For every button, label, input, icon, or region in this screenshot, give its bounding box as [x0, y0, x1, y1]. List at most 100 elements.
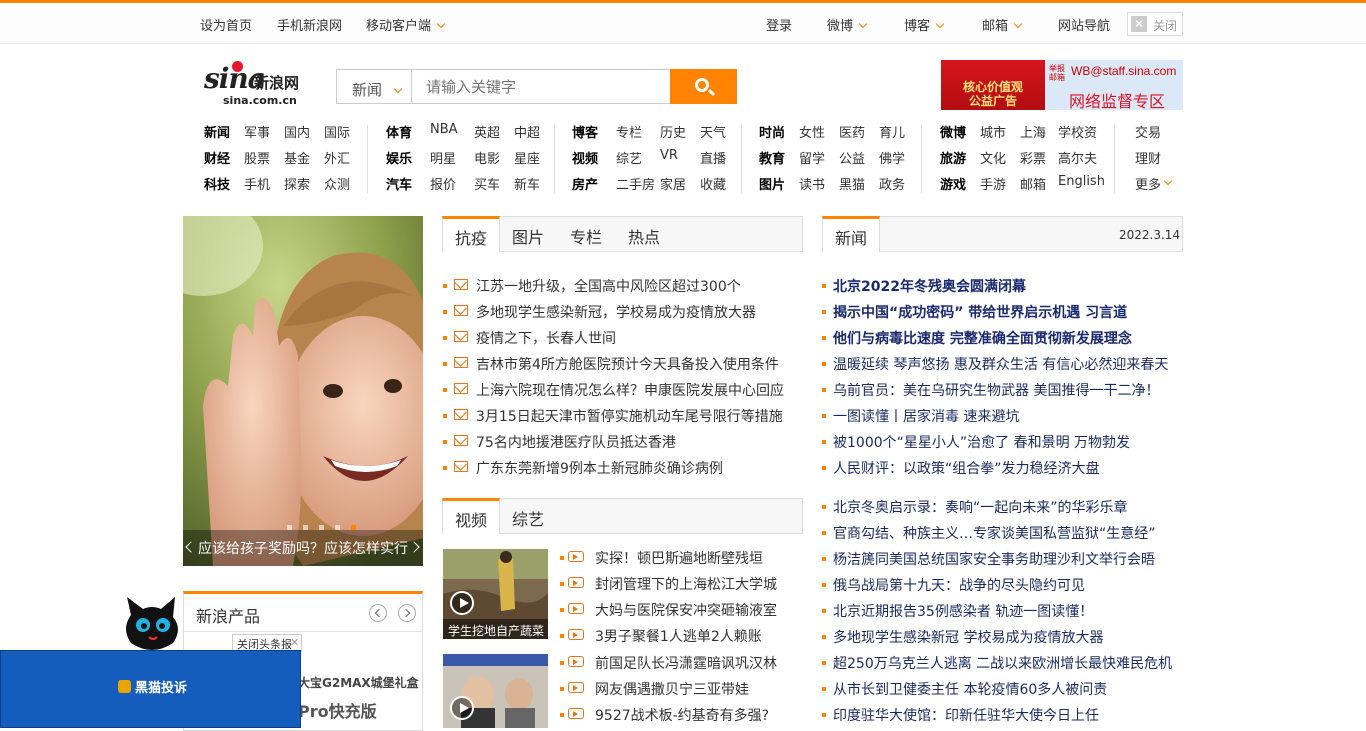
- nav-link[interactable]: 手机: [244, 174, 270, 193]
- nav-link[interactable]: English: [1058, 174, 1105, 189]
- nav-link[interactable]: 黑猫: [839, 174, 865, 193]
- search-input[interactable]: [411, 69, 671, 104]
- floating-ad[interactable]: 黑猫投诉: [0, 650, 301, 728]
- topic-tab[interactable]: 专栏: [557, 216, 615, 252]
- news-title[interactable]: 温暖延续 琴声悠扬 惠及群众生活 有信心必然迎来春天: [833, 354, 1168, 374]
- video-tab[interactable]: 视频: [442, 498, 500, 534]
- nav-link[interactable]: 更多: [1135, 174, 1161, 193]
- product-line2[interactable]: Pro快充版: [298, 698, 377, 722]
- slider-caption[interactable]: 应该给孩子奖励吗？应该怎样实行: [198, 541, 408, 557]
- nav-link[interactable]: 收藏: [700, 174, 726, 193]
- nav-link[interactable]: 视频: [572, 148, 598, 167]
- list-item-title[interactable]: 多地现学生感染新冠，学校易成为疫情放大器: [476, 302, 756, 322]
- news-title[interactable]: 俄乌战局第十九天：战争的尽头隐约可见: [833, 575, 1085, 595]
- nav-link[interactable]: 国际: [324, 122, 350, 141]
- nav-link[interactable]: 理财: [1135, 148, 1161, 167]
- nav-link[interactable]: 明星: [430, 148, 456, 167]
- nav-link[interactable]: 读书: [799, 174, 825, 193]
- mail-menu[interactable]: 邮箱: [982, 15, 1023, 34]
- topic-tab[interactable]: 热点: [615, 216, 673, 252]
- list-item-title[interactable]: 广东东莞新增9例本土新冠肺炎确诊病例: [476, 458, 723, 478]
- nav-link[interactable]: 公益: [839, 148, 865, 167]
- nav-link[interactable]: 新闻: [204, 122, 230, 141]
- list-item-title[interactable]: 吉林市第4所方舱医院预计今天具备投入使用条件: [476, 354, 779, 374]
- video-thumb-1[interactable]: 学生挖地自产蔬菜: [443, 549, 548, 639]
- weibo-menu[interactable]: 微博: [827, 15, 868, 34]
- nav-link[interactable]: 政务: [879, 174, 905, 193]
- news-title[interactable]: 乌前官员：美在乌研究生物武器 美国推得一干二净！: [833, 380, 1159, 400]
- search-button[interactable]: [670, 69, 737, 104]
- news-title[interactable]: 北京冬奥启示录：奏响“一起向未来”的华彩乐章: [833, 497, 1128, 517]
- nav-link[interactable]: 星座: [514, 148, 540, 167]
- site-nav-link[interactable]: 网站导航: [1058, 15, 1110, 34]
- nav-link[interactable]: 综艺: [616, 148, 642, 167]
- video-thumb-2[interactable]: [443, 654, 548, 728]
- list-item-title[interactable]: 江苏一地升级，全国高中风险区超过300个: [476, 276, 741, 296]
- nav-link[interactable]: 股票: [244, 148, 270, 167]
- news-tab[interactable]: 新闻: [822, 216, 880, 252]
- list-item-title[interactable]: 实探！顿巴斯遍地断壁残垣: [595, 548, 763, 568]
- nav-link[interactable]: 文化: [980, 148, 1006, 167]
- nav-link[interactable]: 财经: [204, 148, 230, 167]
- blog-menu[interactable]: 博客: [904, 15, 945, 34]
- list-item-title[interactable]: 大妈与医院保安冲突砸输液室: [595, 600, 777, 620]
- news-title[interactable]: 一图读懂丨居家消毒 速来避坑: [833, 406, 1019, 426]
- nav-link[interactable]: 买车: [474, 174, 500, 193]
- list-item-title[interactable]: 75名内地援港医疗队员抵达香港: [476, 432, 676, 452]
- nav-link[interactable]: 新车: [514, 174, 540, 193]
- news-title[interactable]: 超250万乌克兰人逃离 二战以来欧洲增长最快难民危机: [833, 653, 1172, 673]
- nav-link[interactable]: 报价: [430, 174, 456, 193]
- nav-link[interactable]: 外汇: [324, 148, 350, 167]
- nav-link[interactable]: 体育: [386, 122, 412, 141]
- nav-link[interactable]: 中超: [514, 122, 540, 141]
- nav-link[interactable]: 直播: [700, 148, 726, 167]
- list-item-title[interactable]: 疫情之下，长春人世间: [476, 328, 616, 348]
- list-item-title[interactable]: 9527战术板-约基奇有多强?: [595, 705, 769, 725]
- news-title[interactable]: 从市长到卫健委主任 本轮疫情60多人被问责: [833, 679, 1107, 699]
- nav-link[interactable]: 二手房: [616, 174, 655, 193]
- news-title[interactable]: 杨洁篪同美国总统国家安全事务助理沙利文举行会晤: [833, 549, 1155, 569]
- headline-title[interactable]: 北京2022年冬残奥会圆满闭幕: [833, 276, 1026, 296]
- news-title[interactable]: 被1000个“星星小人”治愈了 春和景明 万物勃发: [833, 432, 1130, 452]
- list-item-title[interactable]: 封闭管理下的上海松江大学城: [595, 574, 777, 594]
- nav-link[interactable]: 历史: [660, 122, 686, 141]
- list-item-title[interactable]: 上海六院现在情况怎么样？申康医院发展中心回应: [476, 380, 784, 400]
- nav-link[interactable]: 电影: [474, 148, 500, 167]
- nav-link[interactable]: 育儿: [879, 122, 905, 141]
- nav-link[interactable]: 彩票: [1020, 148, 1046, 167]
- mobile-client-menu[interactable]: 移动客户端: [366, 15, 446, 34]
- nav-link[interactable]: 基金: [284, 148, 310, 167]
- nav-link[interactable]: 汽车: [386, 174, 412, 193]
- login-link[interactable]: 登录: [766, 15, 792, 34]
- nav-link[interactable]: 手游: [980, 174, 1006, 193]
- nav-link[interactable]: 上海: [1020, 122, 1046, 141]
- nav-link[interactable]: 家居: [660, 174, 686, 193]
- nav-link[interactable]: 医药: [839, 122, 865, 141]
- nav-link[interactable]: 微博: [940, 122, 966, 141]
- nav-link[interactable]: 国内: [284, 122, 310, 141]
- nav-link[interactable]: 学校资: [1058, 122, 1097, 141]
- topic-tab[interactable]: 图片: [499, 216, 557, 252]
- nav-link[interactable]: 天气: [700, 122, 726, 141]
- nav-link[interactable]: NBA: [430, 122, 458, 137]
- nav-link[interactable]: VR: [660, 148, 678, 163]
- nav-link[interactable]: 旅游: [940, 148, 966, 167]
- nav-link[interactable]: 交易: [1135, 122, 1161, 141]
- product-line1[interactable]: 大宝G2MAX城堡礼盒: [298, 674, 419, 691]
- search-category-select[interactable]: 新闻: [336, 69, 412, 104]
- list-item-title[interactable]: 前国足队长冯潇霆暗讽巩汉林: [595, 653, 777, 673]
- news-title[interactable]: 多地现学生感染新冠 学校易成为疫情放大器: [833, 627, 1103, 647]
- list-item-title[interactable]: 3男子聚餐1人逃单2人赖账: [595, 626, 762, 646]
- nav-link[interactable]: 房产: [572, 174, 598, 193]
- nav-link[interactable]: 专栏: [616, 122, 642, 141]
- nav-link[interactable]: 女性: [799, 122, 825, 141]
- list-item-title[interactable]: 网友偶遇撒贝宁三亚带娃: [595, 679, 749, 699]
- nav-link[interactable]: 游戏: [940, 174, 966, 193]
- nav-link[interactable]: 邮箱: [1020, 174, 1046, 193]
- chevron-left-icon[interactable]: [185, 541, 197, 553]
- topic-tab[interactable]: 抗疫: [442, 216, 500, 252]
- chevron-right-icon[interactable]: [408, 541, 420, 553]
- nav-link[interactable]: 科技: [204, 174, 230, 193]
- nav-link[interactable]: 众测: [324, 174, 350, 193]
- close-topbar-button[interactable]: ✕ 关闭: [1127, 12, 1183, 36]
